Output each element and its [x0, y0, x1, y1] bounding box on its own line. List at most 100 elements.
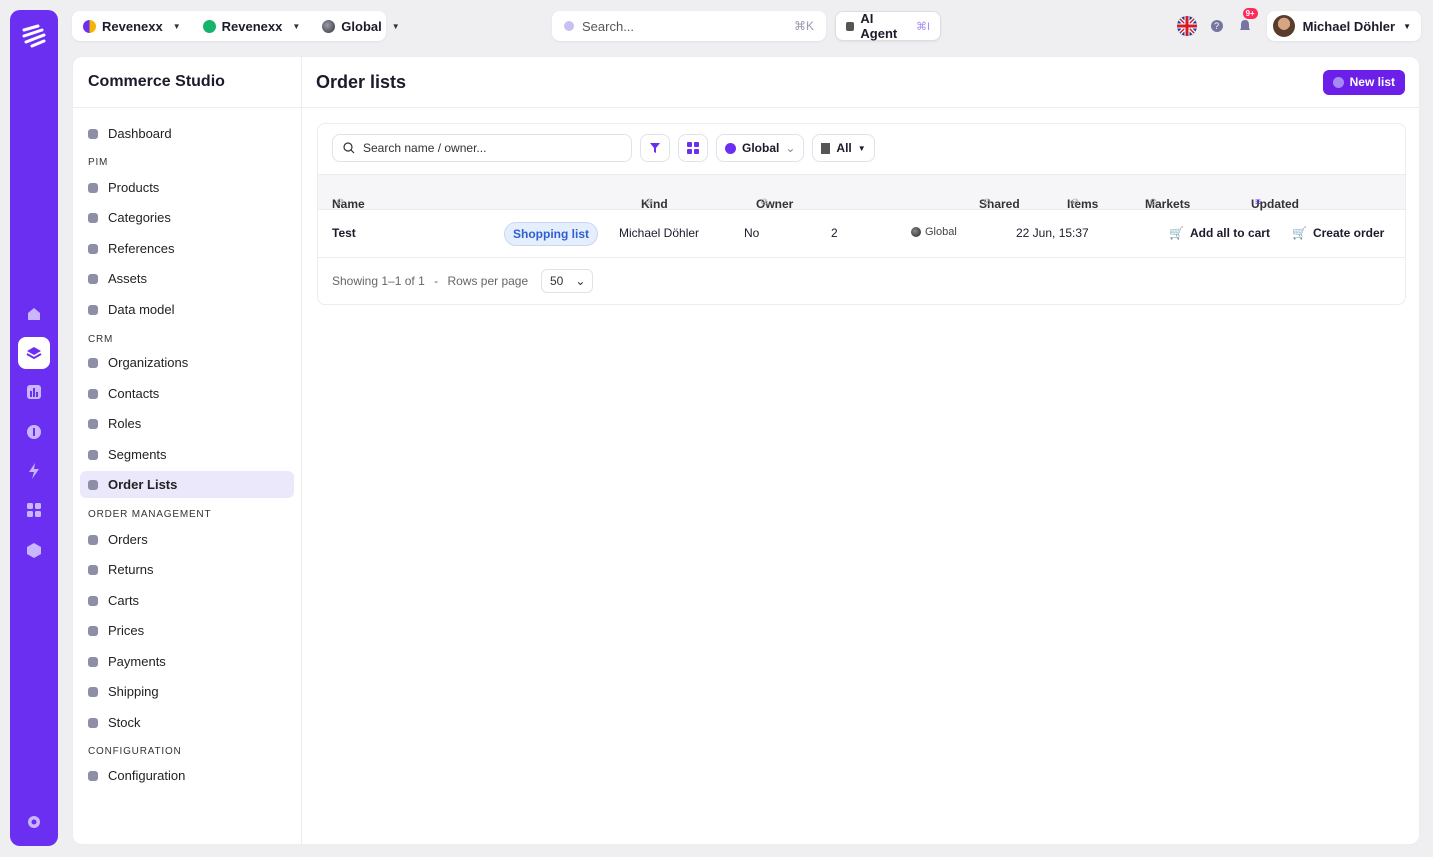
sidebar-item-organizations[interactable]: Organizations — [80, 349, 294, 376]
search-placeholder: Search... — [582, 18, 635, 34]
rows-per-page-value: 50 — [550, 274, 564, 288]
sidebar-item-label: Dashboard — [108, 126, 172, 141]
org-icon — [83, 19, 96, 33]
sort-icon: ⊘ — [645, 197, 654, 208]
chevron-down-icon: ▼ — [292, 21, 301, 31]
sidebar-item-contacts[interactable]: Contacts — [80, 380, 294, 407]
user-menu[interactable]: Michael Döhler ▼ — [1266, 11, 1421, 41]
sort-icon: ⊘ — [1149, 197, 1158, 208]
page-header: Order lists New list — [302, 57, 1419, 108]
logo-icon[interactable] — [20, 22, 48, 50]
sidebar-item-order-lists[interactable]: Order Lists — [80, 471, 294, 498]
search-shortcut: ⌘K — [793, 19, 814, 33]
view-toggle-button[interactable] — [678, 134, 708, 162]
sidebar-item-dashboard[interactable]: Dashboard — [80, 120, 294, 147]
sidebar-item-carts[interactable]: Carts — [80, 587, 294, 614]
new-list-label: New list — [1349, 75, 1395, 89]
search-input[interactable]: Search name / owner... — [332, 134, 632, 162]
store-icon[interactable] — [18, 298, 50, 330]
search-placeholder: Search name / owner... — [363, 141, 487, 155]
sidebar-item-categories[interactable]: Categories — [80, 204, 294, 231]
sidebar-item-label: Returns — [108, 562, 154, 577]
sidebar-item-returns[interactable]: Returns — [80, 556, 294, 583]
sidebar-item-shipping[interactable]: Shipping — [80, 678, 294, 705]
grid-icon — [687, 142, 699, 154]
stock-icon — [88, 717, 98, 728]
help-icon[interactable]: ? — [1210, 20, 1223, 32]
kind-filter[interactable]: All ▼ — [812, 134, 875, 162]
sidebar-item-data-model[interactable]: Data model — [80, 296, 294, 323]
filter-button[interactable] — [640, 134, 670, 162]
tenant-switcher: Revenexx ▼ Revenexx ▼ Global ▼ — [72, 11, 400, 41]
configuration-icon — [88, 770, 98, 781]
org-selector[interactable]: Revenexx ▼ — [72, 11, 192, 41]
sort-icon: ⊘ — [336, 197, 345, 208]
top-bar: Revenexx ▼ Revenexx ▼ Global ▼ Search...… — [72, 8, 1421, 41]
market-label: Global — [341, 18, 382, 34]
ai-agent-button[interactable]: AI Agent ⌘I — [835, 11, 941, 41]
market-filter[interactable]: Global ⌄ — [716, 134, 805, 162]
create-order-button[interactable]: 🛒 Create order — [1292, 226, 1384, 240]
chevron-down-icon: ▼ — [857, 143, 866, 153]
section-configuration: CONFIGURATION — [88, 746, 182, 757]
cube-icon[interactable] — [18, 534, 50, 566]
pagination-info: Showing 1–1 of 1 - Rows per page — [332, 274, 528, 288]
market-selector[interactable]: Global ▼ — [311, 11, 410, 41]
sort-desc-icon: ≡ — [1255, 197, 1261, 208]
sidebar-item-label: Categories — [108, 210, 171, 225]
workspace-selector[interactable]: Revenexx ▼ — [192, 11, 312, 41]
rows-per-page-select[interactable]: 50 ⌄ — [541, 269, 593, 293]
uk-flag-icon[interactable] — [1176, 16, 1197, 36]
create-order-label: Create order — [1312, 226, 1385, 240]
search-icon — [564, 21, 574, 31]
sidebar-item-stock[interactable]: Stock — [80, 709, 294, 736]
workspace-label: Revenexx — [221, 18, 283, 34]
global-search[interactable]: Search... ⌘K — [552, 11, 826, 41]
content-area: Order lists New list Search name / owner… — [302, 57, 1419, 844]
chevron-down-icon: ▼ — [1403, 21, 1411, 31]
new-list-button[interactable]: New list — [1322, 69, 1405, 95]
ai-agent-label: AI Agent — [860, 11, 898, 41]
sidebar-item-label: Contacts — [108, 386, 160, 401]
plug-icon[interactable] — [18, 416, 50, 448]
section-crm: CRM — [88, 334, 114, 345]
sidebar-item-roles[interactable]: Roles — [80, 410, 294, 437]
settings-icon[interactable] — [18, 806, 50, 838]
kind-badge: Shopping list — [504, 222, 598, 246]
sidebar-item-label: Roles — [108, 416, 142, 431]
data-model-icon — [88, 304, 98, 315]
row-shared: No — [744, 226, 760, 240]
sidebar-item-label: Prices — [108, 623, 145, 638]
table-header: Name ⊘ Kind ⊘ Owner ⊘ Shared ⊘ Items ⊘ Market… — [318, 174, 1405, 211]
org-label: Revenexx — [102, 18, 163, 34]
cart-icon: 🛒 — [1292, 226, 1307, 240]
workspace-icon — [202, 19, 216, 33]
sidebar-item-products[interactable]: Products — [80, 174, 294, 201]
sidebar-item-orders[interactable]: Orders — [80, 526, 294, 553]
cart-icon: 🛒 — [1169, 226, 1184, 240]
sidebar-item-label: Organizations — [108, 355, 189, 370]
notifications-bell-icon[interactable]: 9+ — [1237, 8, 1258, 34]
sidebar-item-assets[interactable]: Assets — [80, 265, 294, 292]
globe-icon — [725, 142, 736, 154]
sidebar-item-segments[interactable]: Segments — [80, 441, 294, 468]
bolt-icon[interactable] — [18, 455, 50, 487]
sidebar-item-references[interactable]: References — [80, 235, 294, 262]
bookmark-icon — [821, 142, 831, 154]
add-all-to-cart-button[interactable]: 🛒 Add all to cart — [1169, 226, 1270, 240]
layers-icon[interactable] — [18, 337, 50, 369]
sidebar-item-payments[interactable]: Payments — [80, 648, 294, 675]
app-rail — [10, 10, 58, 846]
sidebar-item-prices[interactable]: Prices — [80, 617, 294, 644]
user-name: Michael Döhler — [1302, 18, 1396, 34]
bookmark-icon — [88, 479, 98, 490]
row-items: 2 — [831, 226, 838, 240]
top-right-controls: ? 9+ Michael Döhler ▼ — [1176, 8, 1421, 41]
chart-icon[interactable] — [18, 376, 50, 408]
apps-icon[interactable] — [18, 494, 50, 526]
sidebar-item-configuration[interactable]: Configuration — [80, 762, 294, 789]
table-row[interactable]: Test Shopping list Michael Döhler No 2 G… — [318, 210, 1405, 258]
row-name[interactable]: Test — [332, 226, 356, 240]
sidebar-item-label: Order Lists — [108, 477, 178, 492]
section-order-management: ORDER MANAGEMENT — [88, 509, 212, 520]
